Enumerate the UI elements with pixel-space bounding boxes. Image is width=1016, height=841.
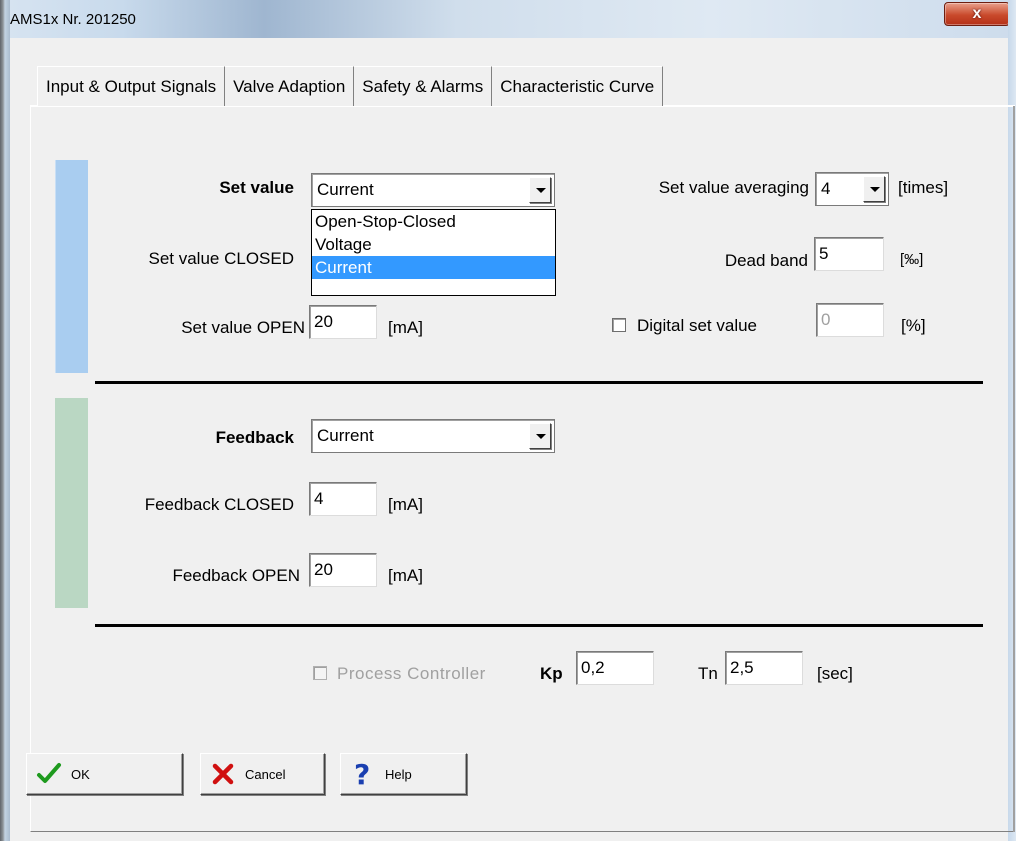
feedback-open-unit: [mA] [388, 566, 423, 585]
question-mark-icon: ? [349, 760, 377, 788]
tab-input-output-signals[interactable]: Input & Output Signals [37, 66, 226, 106]
set-value-averaging-select[interactable]: 4 [815, 172, 889, 206]
digital-set-value-unit: [%] [901, 316, 926, 335]
dead-band-unit: [‰] [900, 251, 924, 268]
cancel-label: Cancel [245, 766, 286, 782]
feedback-select[interactable]: Current [311, 419, 555, 453]
set-value-select[interactable]: Current [311, 173, 555, 207]
close-icon: x [972, 5, 982, 22]
feedback-closed-field[interactable]: 4 [309, 482, 377, 516]
ok-button[interactable]: OK [26, 753, 183, 795]
set-value-averaging-selected: 4 [821, 179, 831, 198]
window-frame-left [0, 0, 10, 841]
dead-band-label: Dead band [724, 251, 808, 270]
set-value-open-label: Set value OPEN [181, 318, 305, 337]
svg-text:?: ? [354, 760, 370, 788]
feedback-section-bar [55, 398, 88, 608]
set-value-closed-label: Set value CLOSED [148, 249, 294, 268]
feedback-label: Feedback [215, 428, 294, 447]
tn-unit: [sec] [817, 664, 853, 683]
ok-label: OK [71, 766, 90, 782]
checkmark-icon [35, 760, 63, 788]
chevron-down-icon[interactable] [863, 176, 885, 202]
feedback-open-field[interactable]: 20 [309, 553, 377, 587]
chevron-down-icon[interactable] [529, 423, 551, 449]
dropdown-option-open-stop-closed[interactable]: Open-Stop-Closed [312, 210, 555, 233]
tab-panel-right-edge [1013, 106, 1015, 832]
help-button[interactable]: ? Help [340, 753, 467, 795]
kp-label: Kp [540, 664, 563, 683]
digital-set-value-field[interactable]: 0 [816, 303, 884, 337]
kp-field[interactable]: 0,2 [576, 651, 654, 685]
chevron-down-icon[interactable] [529, 177, 551, 203]
feedback-selected: Current [317, 426, 374, 445]
x-mark-icon [209, 760, 237, 788]
tn-field[interactable]: 2,5 [725, 651, 803, 685]
section-divider [95, 381, 983, 384]
process-controller-checkbox[interactable] [313, 666, 327, 680]
close-button[interactable]: x [944, 2, 1010, 26]
title-bar[interactable] [0, 0, 1016, 38]
tab-strip: Input & Output Signals Valve Adaption Sa… [37, 66, 664, 106]
cancel-button[interactable]: Cancel [200, 753, 325, 795]
set-value-open-field[interactable]: 20 [309, 305, 377, 339]
feedback-open-label: Feedback OPEN [172, 566, 300, 585]
set-value-averaging-label: Set value averaging [658, 178, 809, 197]
digital-set-value-checkbox[interactable] [612, 318, 626, 332]
dead-band-field[interactable]: 5 [814, 237, 884, 271]
set-value-label: Set value [219, 178, 294, 197]
feedback-closed-unit: [mA] [388, 495, 423, 514]
tn-label: Tn [698, 664, 718, 683]
process-controller-label: Process Controller [337, 664, 486, 683]
set-value-section-bar [55, 160, 88, 373]
digital-set-value-label: Digital set value [637, 316, 758, 335]
tab-safety-alarms[interactable]: Safety & Alarms [354, 66, 493, 106]
set-value-averaging-unit: [times] [898, 178, 949, 197]
tab-characteristic-curve[interactable]: Characteristic Curve [492, 66, 664, 106]
set-value-selected: Current [317, 180, 374, 199]
help-label: Help [385, 766, 412, 782]
set-value-open-unit: [mA] [388, 318, 423, 337]
set-value-dropdown: Open-Stop-Closed Voltage Current [311, 209, 556, 296]
dropdown-option-current[interactable]: Current [312, 256, 555, 279]
section-divider [95, 624, 983, 627]
dropdown-option-voltage[interactable]: Voltage [312, 233, 555, 256]
tab-valve-adaption[interactable]: Valve Adaption [225, 66, 355, 106]
window-title: AMS1x Nr. 201250 [10, 11, 136, 28]
feedback-closed-label: Feedback CLOSED [144, 495, 294, 514]
